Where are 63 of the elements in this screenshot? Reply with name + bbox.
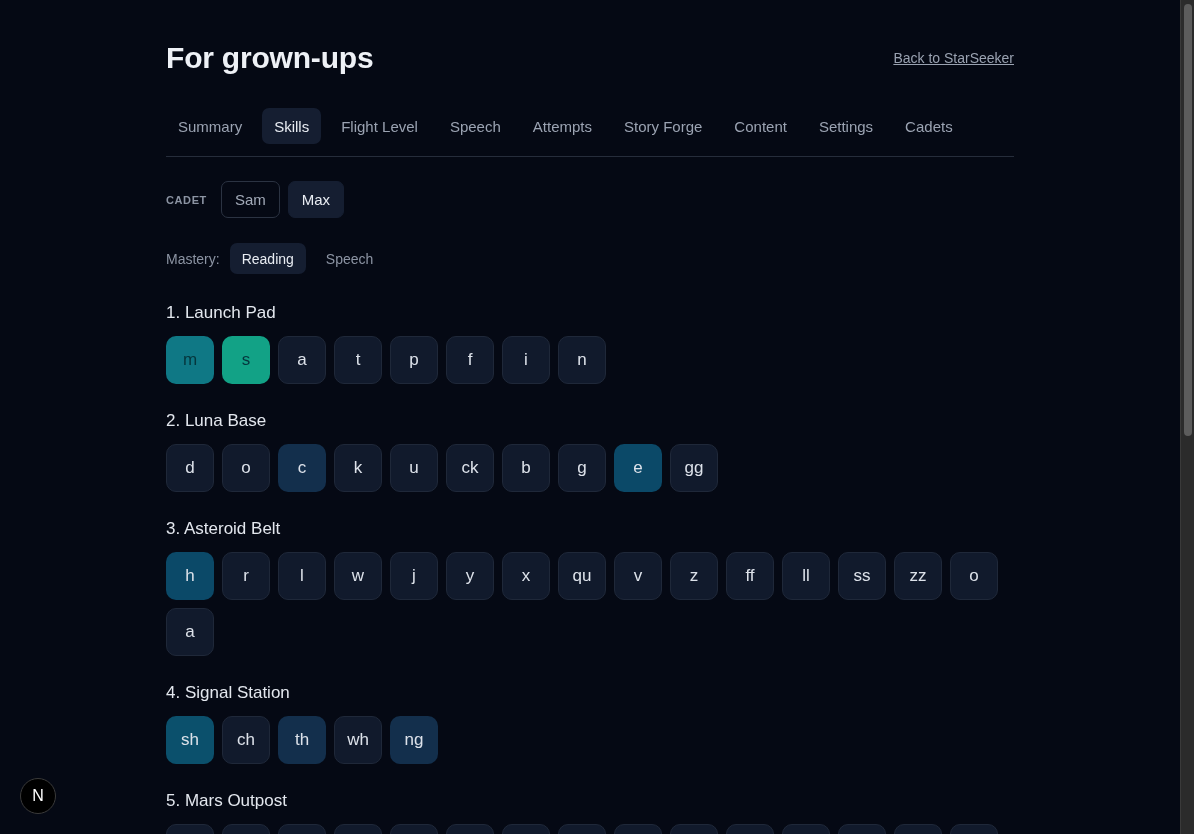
nav-tab[interactable]: Story Forge xyxy=(612,108,715,144)
mastery-option[interactable]: Reading xyxy=(229,243,306,274)
scrollbar-thumb[interactable] xyxy=(1184,4,1192,436)
skill-tile: l xyxy=(278,552,326,600)
section-heading: 1. Launch Pad xyxy=(166,302,277,324)
skill-tile: gg xyxy=(670,444,718,492)
section-heading: 3. Asteroid Belt xyxy=(166,518,282,540)
nav-tab[interactable]: Skills xyxy=(262,108,322,144)
skill-tile: b xyxy=(502,444,550,492)
skill-tile: th xyxy=(278,716,326,764)
mastery-option[interactable]: Speech xyxy=(313,243,386,274)
skill-tile: h xyxy=(166,552,214,600)
skill-tile: p xyxy=(390,336,438,384)
skill-tile: k xyxy=(334,444,382,492)
mastery-label: Mastery: xyxy=(166,250,220,267)
skill-tile: a xyxy=(166,608,214,656)
nav-tab[interactable]: Speech xyxy=(437,108,513,144)
skill-tile: u xyxy=(390,444,438,492)
skill-tile: wh xyxy=(334,716,382,764)
back-link[interactable]: Back to StarSeeker xyxy=(893,50,1014,66)
skill-tile: o xyxy=(950,552,998,600)
skill-tile: ll xyxy=(782,552,830,600)
skill-tile: s xyxy=(222,336,270,384)
skill-tile: g xyxy=(558,444,606,492)
skill-tile: zz xyxy=(894,552,942,600)
skill-tile: t xyxy=(334,336,382,384)
nav-tab[interactable]: Summary xyxy=(166,108,255,144)
skill-tile: ff xyxy=(726,552,774,600)
skill-tile: ck xyxy=(446,444,494,492)
skill-tile: e xyxy=(614,444,662,492)
nav-tab[interactable]: Content xyxy=(722,108,799,144)
nav-tab[interactable]: Attempts xyxy=(520,108,604,144)
section-heading: 2. Luna Base xyxy=(166,410,268,432)
skill-tile: r xyxy=(222,552,270,600)
skill-tile: ng xyxy=(390,716,438,764)
skill-tile: i xyxy=(502,336,550,384)
section-heading: 5. Mars Outpost xyxy=(166,790,288,812)
skill-tile: w xyxy=(334,552,382,600)
skill-tile: z xyxy=(670,552,718,600)
section-heading: 4. Signal Station xyxy=(166,682,291,704)
skill-tile: f xyxy=(446,336,494,384)
skill-tile: o xyxy=(222,444,270,492)
skill-tile: j xyxy=(390,552,438,600)
skill-tile: x xyxy=(502,552,550,600)
skill-tile: c xyxy=(278,444,326,492)
skill-tile: a xyxy=(278,336,326,384)
page-title: For grown-ups xyxy=(166,41,374,75)
skill-tile: d xyxy=(166,444,214,492)
cadet-option[interactable]: Max xyxy=(287,181,345,218)
skill-tile: qu xyxy=(558,552,606,600)
dev-tools-badge[interactable]: N xyxy=(20,778,56,814)
skill-tile: m xyxy=(166,336,214,384)
skill-tile: sh xyxy=(166,716,214,764)
skill-tile: ch xyxy=(222,716,270,764)
skill-tile: ss xyxy=(838,552,886,600)
nav-tab[interactable]: Settings xyxy=(806,108,886,144)
nav-tab[interactable]: Cadets xyxy=(893,108,965,144)
skill-tile: y xyxy=(446,552,494,600)
cadet-option[interactable]: Sam xyxy=(220,181,280,218)
skill-tile: n xyxy=(558,336,606,384)
skill-tile: v xyxy=(614,552,662,600)
nav-tab[interactable]: Flight Level xyxy=(329,108,430,144)
cadet-label: CADET xyxy=(166,193,207,206)
